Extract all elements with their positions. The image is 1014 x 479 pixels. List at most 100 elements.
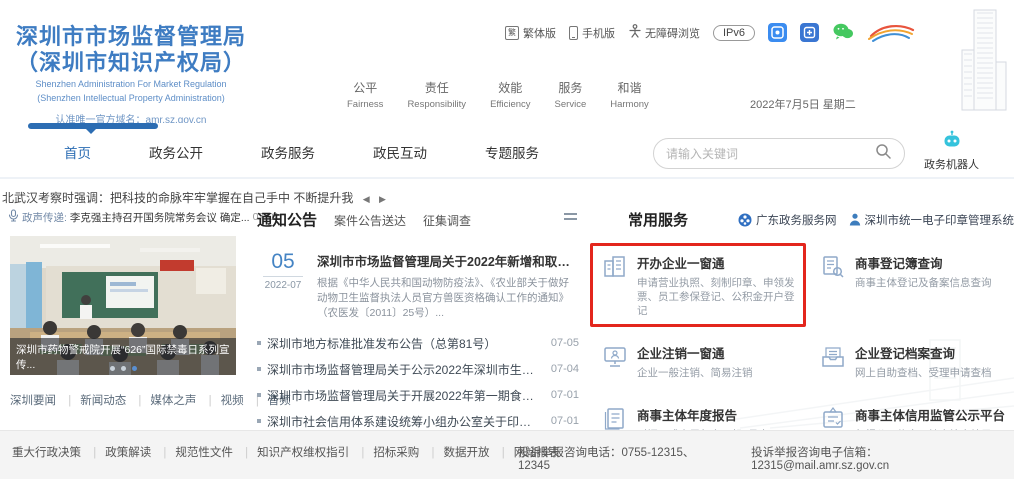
link-news-updates[interactable]: 新闻动态	[59, 395, 126, 407]
ticker-prev-button[interactable]: ◀	[363, 194, 370, 204]
footer-link-policy-interpretation[interactable]: 政策解读	[84, 447, 151, 459]
carousel-dots	[10, 366, 236, 371]
robot-icon	[941, 137, 963, 154]
e-seal-system-link[interactable]: 深圳市统一电子印章管理系统	[849, 212, 1014, 228]
toutiao-app-icon[interactable]	[768, 23, 787, 42]
registry-search-icon	[820, 254, 846, 318]
tab-surveys[interactable]: 征集调查	[423, 212, 471, 229]
shenzhen-city-logo	[867, 20, 915, 45]
accessibility-icon	[628, 24, 641, 41]
bullet-icon	[257, 419, 261, 423]
search-input[interactable]	[666, 147, 875, 161]
mobile-version-link[interactable]: 手机版	[569, 25, 615, 41]
gov-service-net-icon	[738, 213, 752, 227]
traditional-chinese-label: 繁体版	[523, 25, 556, 41]
link-video[interactable]: 视频	[200, 395, 244, 407]
card-desc: 企业一般注销、简易注销	[637, 366, 753, 380]
ticker-next-button[interactable]: ▶	[379, 194, 386, 204]
card-title[interactable]: 企业注销一窗通	[637, 343, 753, 362]
core-values-strip: 公平 Fairness 责任 Responsibility 效能 Efficie…	[347, 79, 649, 110]
featured-notice[interactable]: 05 2022-07 深圳市市场监督管理局关于2022年新增和取消官方兽医资格人…	[257, 251, 579, 321]
carousel-dot-2[interactable]	[121, 366, 126, 371]
card-desc: 申请营业执照、刻制印章、申领发票、员工参保登记、公积金开户登记	[637, 276, 799, 318]
gov-voice-label: 政声传递:	[22, 210, 67, 225]
value-efficiency: 效能 Efficiency	[490, 79, 530, 110]
bullet-icon	[257, 393, 261, 397]
card-desc: 商事主体登记及备案信息查询	[855, 276, 992, 290]
tab-notices[interactable]: 通知公告	[257, 209, 317, 230]
org-name-en1: Shenzhen Administration For Market Regul…	[16, 79, 246, 90]
value-service: 服务 Service	[555, 79, 587, 110]
card-start-business[interactable]: 开办企业一窗通 申请营业执照、刻制印章、申领发票、员工参保登记、公积金开户登记	[590, 243, 806, 327]
nav-item-gov-services[interactable]: 政务服务	[261, 142, 315, 162]
notice-row[interactable]: 深圳市市场监督管理局关于开展2022年第一期食品快速检测产品抽查评... 07-…	[257, 382, 579, 408]
card-registry-query[interactable]: 商事登记簿查询 商事主体登记及备案信息查询	[808, 243, 1012, 327]
carousel-dot-1[interactable]	[110, 366, 115, 371]
robot-label: 政务机器人	[924, 156, 979, 172]
mobile-icon	[569, 26, 578, 40]
person-icon	[849, 213, 861, 226]
nav-item-home[interactable]: 首页	[64, 142, 91, 162]
link-shenzhen-news[interactable]: 深圳要闻	[10, 395, 56, 407]
featured-day: 05	[257, 251, 309, 273]
footer: 重大行政决策 政策解读 规范性文件 知识产权维权指引 招标采购 数据开放 网站报…	[0, 430, 1014, 479]
value-responsibility: 责任 Responsibility	[407, 79, 466, 110]
accessibility-label: 无障碍浏览	[645, 25, 700, 41]
footer-link-major-decisions[interactable]: 重大行政决策	[12, 447, 81, 459]
card-title[interactable]: 商事登记簿查询	[855, 253, 992, 272]
link-media-voice[interactable]: 媒体之声	[129, 395, 196, 407]
accessibility-link[interactable]: 无障碍浏览	[628, 24, 700, 41]
carousel-dot-3[interactable]	[132, 366, 137, 371]
card-archive-query[interactable]: 企业登记档案查询 网上自助查档、受理申请查档	[808, 333, 1012, 389]
main-navbar: 首页 政务公开 政务服务 政民互动 专题服务 政务机器人	[0, 123, 1014, 179]
featured-title[interactable]: 深圳市市场监督管理局关于2022年新增和取消官方兽医资格人员公示...	[317, 251, 579, 270]
card-title[interactable]: 商事主体信用监管公示平台	[855, 405, 1005, 424]
traditional-chinese-link[interactable]: 繁 繁体版	[505, 25, 556, 41]
footer-link-ip-rights-guide[interactable]: 知识产权维权指引	[236, 447, 349, 459]
ticker-text[interactable]: 北武汉考察时强调：把科技的命脉牢牢掌握在自己手中 不断提升我	[2, 191, 353, 205]
footer-links: 重大行政决策 政策解读 规范性文件 知识产权维权指引 招标采购 数据开放 网站报…	[12, 444, 560, 460]
date-divider	[263, 276, 303, 277]
card-title[interactable]: 商事主体年度报告	[637, 405, 769, 424]
current-date: 2022年7月5日 星期二	[750, 96, 856, 112]
card-deregistration[interactable]: 企业注销一窗通 企业一般注销、简易注销	[590, 333, 806, 389]
org-name-line2: （深圳市知识产权局）	[16, 50, 246, 76]
search-box[interactable]	[653, 138, 905, 169]
footer-link-open-data[interactable]: 数据开放	[423, 447, 490, 459]
tab-case-announcements[interactable]: 案件公告送达	[334, 212, 406, 229]
ipv6-badge[interactable]: IPv6	[713, 25, 755, 41]
nav-item-special-services[interactable]: 专题服务	[485, 142, 539, 162]
search-icon[interactable]	[875, 143, 892, 165]
card-title[interactable]: 企业登记档案查询	[855, 343, 992, 362]
footer-link-bidding[interactable]: 招标采购	[352, 447, 419, 459]
media-links-row: 深圳要闻 新闻动态 媒体之声 视频 音频	[10, 392, 291, 408]
card-title[interactable]: 开办企业一窗通	[637, 253, 799, 272]
complaint-phone: 投诉举报咨询电话：0755-12315、12345	[518, 444, 725, 472]
news-photo-carousel[interactable]: 深圳市药物警戒院开展“626”国际禁毒日系列宣传...	[10, 236, 236, 375]
notices-panel: 通知公告 案件公告送达 征集调查 05 2022-07 深圳市市场监督管理局关于…	[257, 209, 579, 434]
value-harmony: 和谐 Harmony	[610, 79, 649, 110]
more-icon[interactable]	[564, 213, 577, 223]
services-header-links: 广东政务服务网 深圳市统一电子印章管理系统	[738, 212, 1014, 228]
carousel-caption: 深圳市药物警戒院开展“626”国际禁毒日系列宣传...	[10, 338, 236, 375]
gov-voice-title[interactable]: 李克强主持召开国务院常务会议 确定...	[70, 210, 250, 225]
microphone-icon	[8, 209, 19, 225]
news-ticker: 北武汉考察时强调：把科技的命脉牢牢掌握在自己手中 不断提升我 ◀ ▶	[2, 189, 386, 206]
guangdong-gov-service-link[interactable]: 广东政务服务网	[738, 212, 837, 228]
notice-row[interactable]: 深圳市地方标准批准发布公告（总第81号） 07-05	[257, 330, 579, 356]
gov-robot-button[interactable]: 政务机器人	[924, 130, 979, 172]
featured-date-block: 05 2022-07	[257, 251, 309, 321]
page: 深圳市市场监督管理局 （深圳市知识产权局） Shenzhen Administr…	[0, 0, 1014, 479]
footer-link-normative-docs[interactable]: 规范性文件	[154, 447, 233, 459]
archive-icon	[820, 344, 846, 380]
weibo-app-icon[interactable]	[800, 23, 819, 42]
nav-item-interaction[interactable]: 政民互动	[373, 142, 427, 162]
building-illustration	[954, 4, 1012, 121]
nav-item-gov-disclosure[interactable]: 政务公开	[149, 142, 203, 162]
site-logo[interactable]: 深圳市市场监督管理局 （深圳市知识产权局） Shenzhen Administr…	[16, 24, 246, 126]
featured-text: 深圳市市场监督管理局关于2022年新增和取消官方兽医资格人员公示... 根据《中…	[317, 251, 579, 321]
notice-row[interactable]: 深圳市市场监督管理局关于公示2022年深圳市生产环节食品加工小作坊... 07-…	[257, 356, 579, 382]
wechat-icon[interactable]	[832, 22, 854, 44]
footer-contact: 投诉举报咨询电话：0755-12315、12345 投诉举报咨询电子信箱：123…	[518, 444, 1014, 472]
notice-list: 深圳市地方标准批准发布公告（总第81号） 07-05 深圳市市场监督管理局关于公…	[257, 330, 579, 434]
